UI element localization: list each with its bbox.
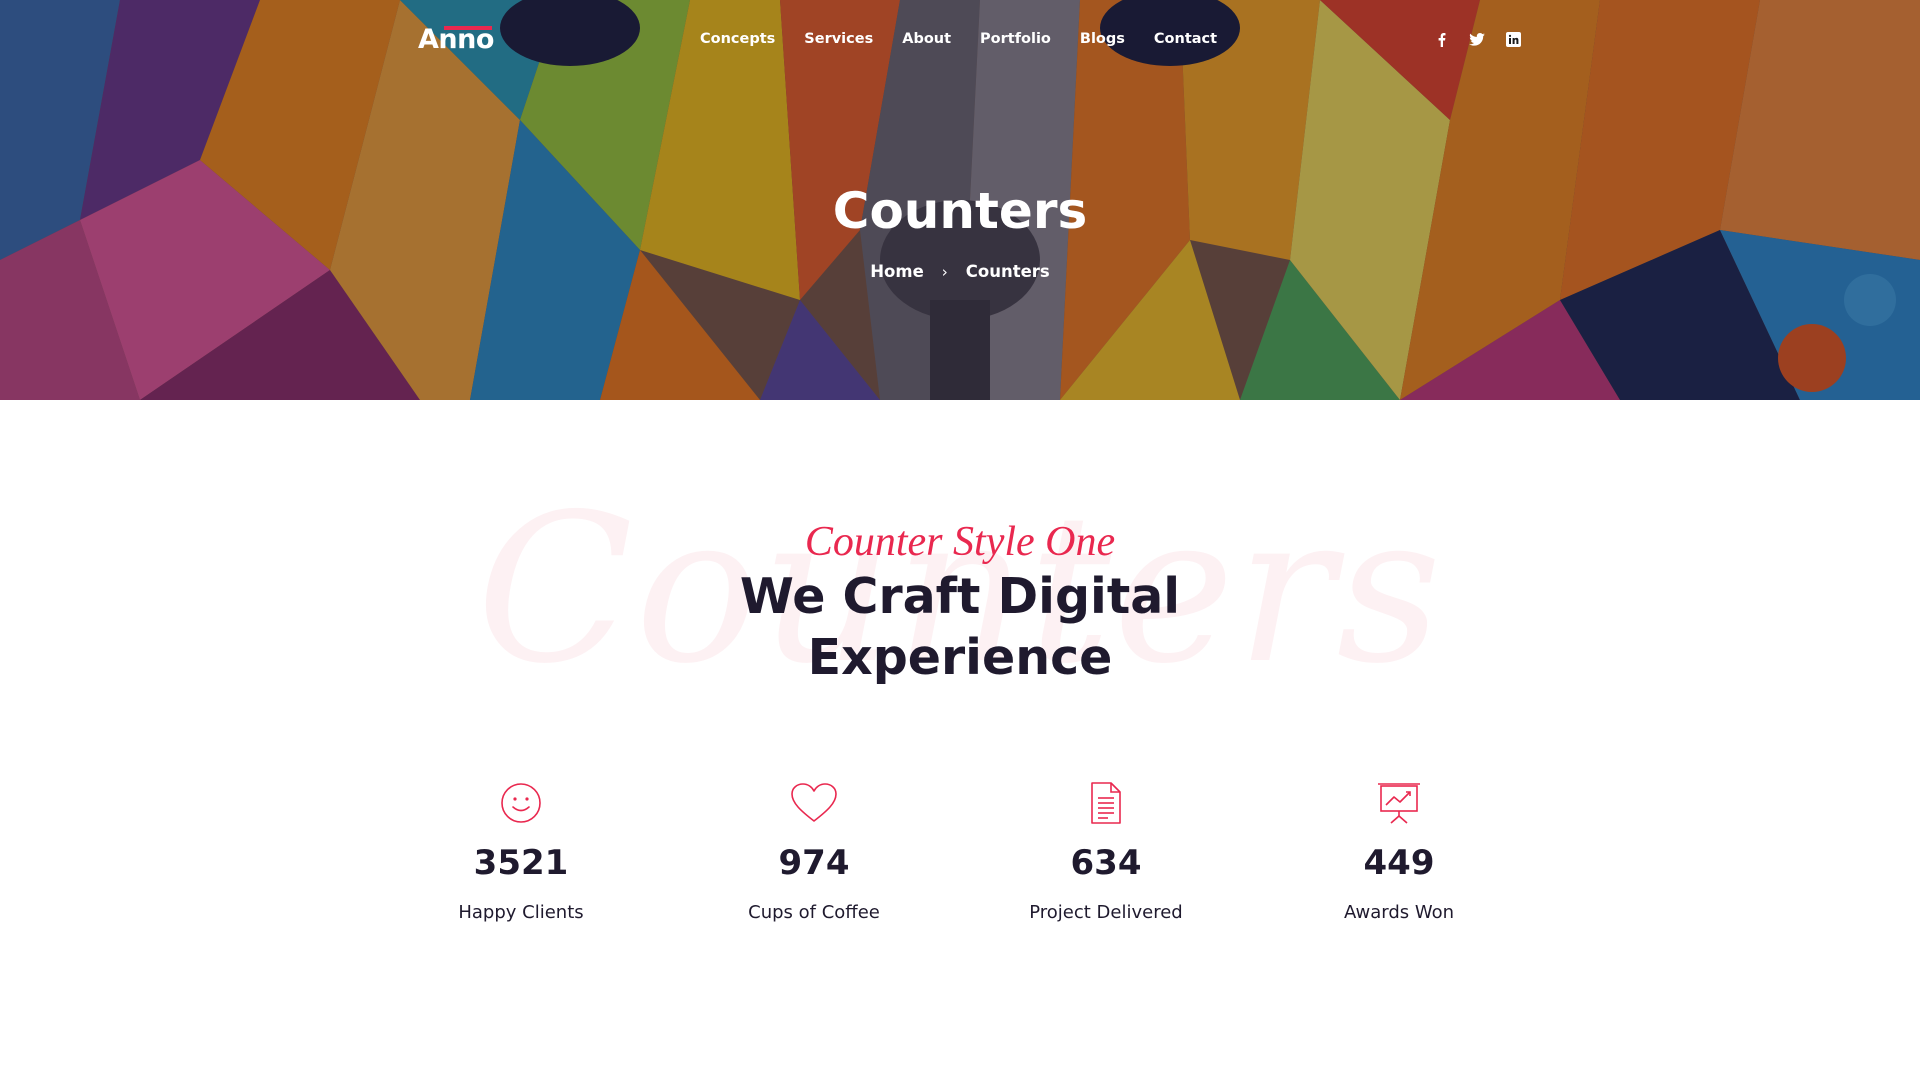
counter-label: Project Delivered [1029, 902, 1183, 923]
counter-awards-won: 449 Awards Won [1279, 780, 1519, 926]
counter-label: Cups of Coffee [748, 902, 880, 923]
counter-value: 3521 [473, 843, 569, 883]
breadcrumb-current: Counters [965, 262, 1050, 281]
page-title: Counters [832, 182, 1088, 240]
nav-item-concepts[interactable]: Concepts [700, 27, 775, 51]
counter-happy-clients: 3521 Happy Clients [401, 780, 641, 926]
social-links [1430, 28, 1538, 50]
breadcrumb-home[interactable]: Home [870, 259, 924, 285]
counter-cups-of-coffee: 974 Cups of Coffee [694, 780, 934, 926]
presentation-icon [1378, 783, 1420, 824]
smiley-icon [501, 783, 541, 823]
nav-item-portfolio[interactable]: Portfolio [980, 27, 1051, 51]
facebook-icon[interactable] [1430, 28, 1452, 50]
section-eyebrow: Counter Style One [804, 519, 1116, 565]
counter-value: 449 [1363, 843, 1435, 883]
section-headline: We Craft Digital Experience [0, 566, 1920, 688]
nav-item-contact[interactable]: Contact [1154, 27, 1217, 51]
headline-line-2: Experience [807, 629, 1113, 686]
twitter-icon[interactable] [1466, 28, 1488, 50]
nav-item-about[interactable]: About [902, 27, 951, 51]
nav-item-blogs[interactable]: Blogs [1080, 27, 1125, 51]
site-logo[interactable]: Anno [418, 22, 494, 58]
document-icon [1091, 782, 1121, 824]
breadcrumb: Home › Counters [0, 259, 1920, 285]
logo-accent-bar [444, 26, 492, 30]
hero-banner: Anno Concepts Services About Portfolio B… [0, 0, 1920, 400]
nav-item-services[interactable]: Services [804, 27, 873, 51]
headline-line-1: We Craft Digital [739, 568, 1181, 625]
linkedin-icon[interactable] [1502, 28, 1524, 50]
main-nav: Concepts Services About Portfolio Blogs … [700, 27, 1246, 51]
counter-label: Awards Won [1343, 902, 1455, 923]
counter-value: 634 [1070, 843, 1142, 883]
counter-value: 974 [778, 843, 850, 883]
counters-row: 3521 Happy Clients 974 Cups of Coffee 63… [0, 780, 1920, 950]
heart-icon [791, 783, 837, 822]
counter-label: Happy Clients [458, 902, 584, 923]
breadcrumb-separator: › [941, 263, 948, 281]
counter-project-delivered: 634 Project Delivered [986, 780, 1226, 926]
